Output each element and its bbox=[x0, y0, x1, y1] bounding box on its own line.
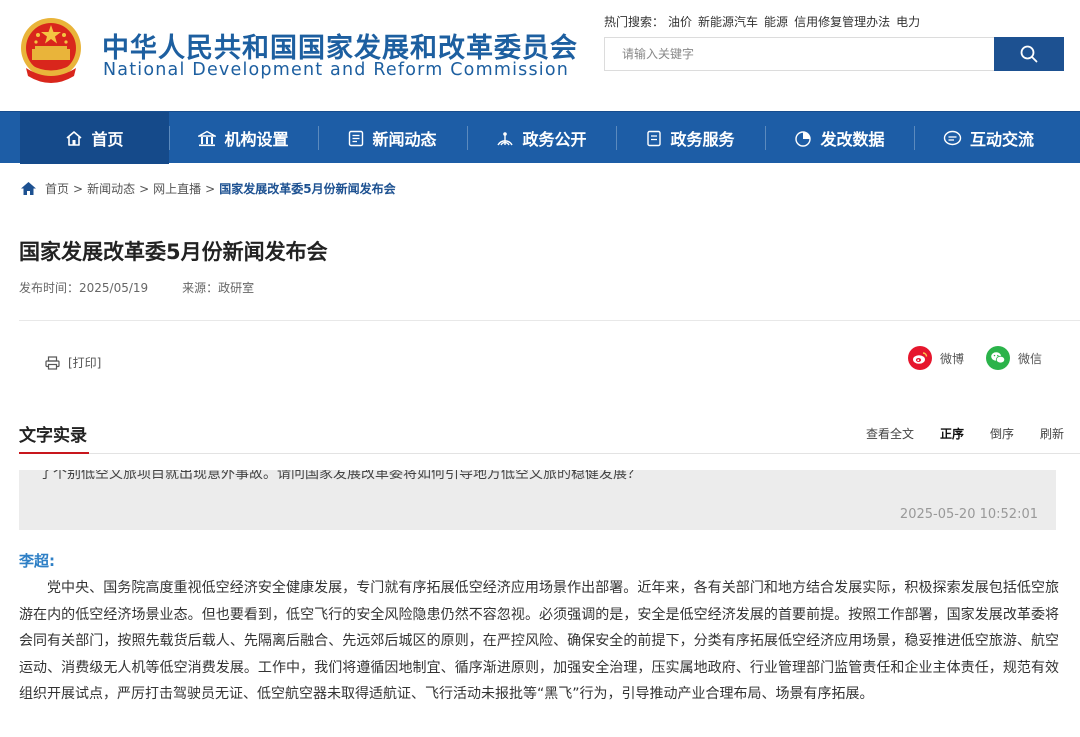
weibo-icon bbox=[908, 346, 932, 370]
main-nav: 首页 机构设置 新闻动态 政务公开 政务服务 发改数据 互动交流 bbox=[0, 111, 1080, 164]
news-icon bbox=[349, 130, 364, 146]
hot-search-item[interactable]: 新能源汽车 bbox=[698, 15, 758, 29]
broadcast-icon bbox=[497, 131, 514, 145]
question-text: 了个别低空文旅项目就出现意外事故。请问国家发展改革委将如何引导地方低空文旅的稳健… bbox=[39, 470, 641, 482]
wechat-label: 微信 bbox=[1018, 351, 1043, 366]
nav-item-data[interactable]: 发改数据 bbox=[765, 112, 914, 164]
sort-ascending-button[interactable]: 正序 bbox=[940, 425, 964, 442]
nav-item-home[interactable]: 首页 bbox=[20, 112, 169, 164]
print-label: [打印] bbox=[68, 356, 102, 370]
print-button[interactable]: [打印] bbox=[45, 354, 101, 371]
nav-item-public-affairs[interactable]: 政务公开 bbox=[467, 112, 616, 164]
hot-search-label: 热门搜索： bbox=[604, 15, 665, 29]
nav-item-news[interactable]: 新闻动态 bbox=[318, 112, 467, 164]
view-full-text-button[interactable]: 查看全文 bbox=[866, 425, 914, 442]
chat-icon bbox=[943, 130, 962, 145]
breadcrumb-separator: > bbox=[205, 181, 216, 196]
question-timestamp: 2025-05-20 10:52:01 bbox=[899, 507, 1038, 522]
hot-search-item[interactable]: 油价 bbox=[668, 15, 692, 29]
site-header: 中华人民共和国国家发展和改革委员会 National Development a… bbox=[0, 0, 1080, 111]
answer-text: 党中央、国务院高度重视低空经济安全健康发展，专门就有序拓展低空经济应用场景作出部… bbox=[19, 580, 1059, 702]
national-emblem-icon[interactable] bbox=[18, 16, 84, 88]
nav-item-organization[interactable]: 机构设置 bbox=[169, 112, 318, 164]
breadcrumb-current[interactable]: 国家发展改革委5月份新闻发布会 bbox=[219, 180, 395, 197]
breadcrumb-live[interactable]: 网上直播 bbox=[153, 180, 201, 197]
document-icon bbox=[647, 130, 662, 146]
nav-item-label: 新闻动态 bbox=[372, 130, 437, 149]
transcript-controls: 查看全文 正序 倒序 刷新 bbox=[840, 425, 1064, 442]
speaker-name: 李超: bbox=[19, 552, 55, 570]
hot-search-item[interactable]: 电力 bbox=[896, 15, 920, 29]
site-title-en[interactable]: National Development and Reform Commissi… bbox=[103, 60, 569, 80]
hot-search: 热门搜索： 油价 新能源汽车 能源 信用修复管理办法 电力 bbox=[604, 13, 926, 30]
breadcrumb-news[interactable]: 新闻动态 bbox=[87, 180, 135, 197]
nav-item-label: 机构设置 bbox=[224, 130, 289, 149]
publish-date: 发布时间：2025/05/19 bbox=[19, 281, 149, 295]
nav-item-label: 政务公开 bbox=[522, 130, 587, 149]
nav-item-interaction[interactable]: 互动交流 bbox=[914, 112, 1063, 164]
nav-item-label: 首页 bbox=[91, 130, 124, 149]
building-icon bbox=[198, 130, 217, 146]
article-meta: 发布时间：2025/05/19 来源：政研室 bbox=[19, 279, 254, 296]
search-box bbox=[604, 37, 1064, 71]
breadcrumb-home[interactable]: 首页 bbox=[45, 180, 69, 197]
divider bbox=[19, 320, 1080, 321]
page-title: 国家发展改革委5月份新闻发布会 bbox=[19, 240, 328, 264]
share-weibo-button[interactable]: 微博 bbox=[908, 346, 964, 370]
nav-item-services[interactable]: 政务服务 bbox=[616, 112, 765, 164]
divider bbox=[19, 453, 1080, 454]
home-icon bbox=[66, 130, 83, 146]
nav-item-label: 互动交流 bbox=[969, 130, 1034, 149]
share-wechat-button[interactable]: 微信 bbox=[986, 346, 1042, 370]
printer-icon bbox=[45, 355, 60, 370]
weibo-label: 微博 bbox=[940, 351, 965, 366]
breadcrumb-separator: > bbox=[139, 181, 150, 196]
breadcrumb-separator: > bbox=[73, 181, 84, 196]
refresh-button[interactable]: 刷新 bbox=[1040, 425, 1064, 442]
breadcrumb: 首页 > 新闻动态 > 网上直播 > 国家发展改革委5月份新闻发布会 bbox=[20, 180, 396, 197]
hot-search-item[interactable]: 能源 bbox=[764, 15, 788, 29]
home-icon[interactable] bbox=[20, 181, 37, 196]
nav-item-label: 发改数据 bbox=[820, 130, 885, 149]
search-icon bbox=[1020, 45, 1038, 63]
sort-descending-button[interactable]: 倒序 bbox=[990, 425, 1014, 442]
article-source: 来源：政研室 bbox=[182, 281, 255, 295]
transcript-title: 文字实录 bbox=[19, 426, 87, 446]
transcript-title-underline bbox=[19, 452, 89, 454]
question-box: 了个别低空文旅项目就出现意外事故。请问国家发展改革委将如何引导地方低空文旅的稳健… bbox=[19, 470, 1056, 530]
search-button[interactable] bbox=[994, 37, 1064, 71]
wechat-icon bbox=[986, 346, 1010, 370]
nav-item-label: 政务服务 bbox=[670, 130, 735, 149]
search-input[interactable] bbox=[605, 38, 995, 70]
hot-search-item[interactable]: 信用修复管理办法 bbox=[794, 15, 890, 29]
pie-chart-icon bbox=[795, 130, 812, 147]
